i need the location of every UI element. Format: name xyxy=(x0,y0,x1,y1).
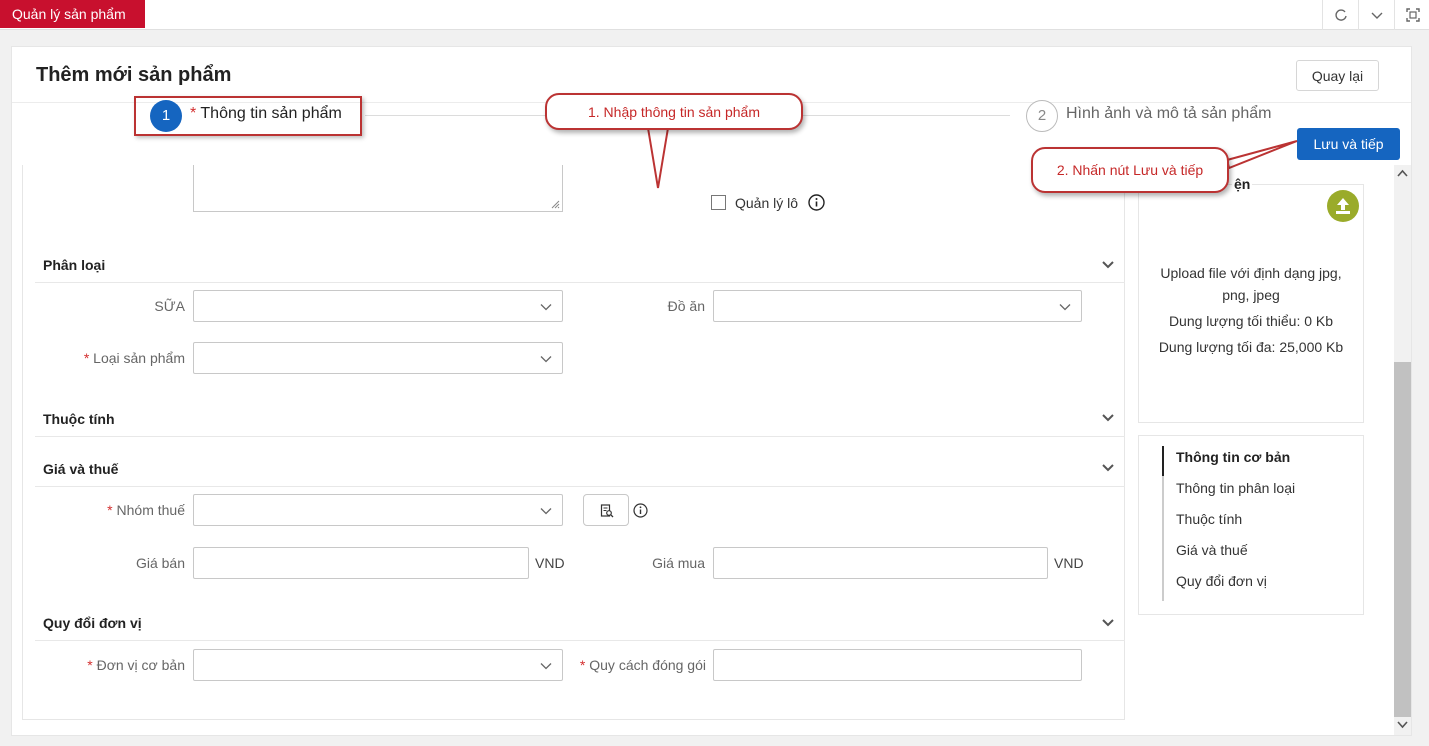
chevron-down-icon xyxy=(540,508,552,515)
info-icon[interactable] xyxy=(633,503,648,518)
base-unit-label: * Đơn vị cơ bản xyxy=(60,657,185,673)
section-divider xyxy=(35,486,1125,487)
app-tab-label: Quản lý sản phẩm xyxy=(12,6,126,22)
packing-input[interactable] xyxy=(713,649,1082,681)
upload-min-size: Dung lượng tối thiểu: 0 Kb xyxy=(1168,313,1334,329)
step2-number[interactable]: 2 xyxy=(1026,100,1058,132)
packing-text: Quy cách đóng gói xyxy=(589,657,706,673)
chevron-down-icon[interactable] xyxy=(1101,258,1115,272)
toc-item-basic-info[interactable]: Thông tin cơ bản xyxy=(1176,449,1290,465)
chevron-down-icon xyxy=(540,356,552,363)
chevron-down-icon xyxy=(540,304,552,311)
annotation-callout-1: 1. Nhập thông tin sản phẩm xyxy=(545,93,803,130)
required-mark: * xyxy=(87,657,93,673)
toc-active-indicator xyxy=(1162,446,1164,476)
packing-label: * Quy cách đóng gói xyxy=(565,657,706,673)
section-divider xyxy=(35,436,1125,437)
document-search-icon xyxy=(600,504,614,518)
tax-group-select[interactable] xyxy=(193,494,563,526)
step1-text: Thông tin sản phẩm xyxy=(200,105,342,122)
toc-item-price-tax[interactable]: Giá và thuế xyxy=(1176,542,1248,558)
required-mark: * xyxy=(83,350,90,366)
chevron-down-icon[interactable] xyxy=(1358,0,1394,30)
page-title: Thêm mới sản phẩm xyxy=(36,64,232,86)
sell-price-input[interactable] xyxy=(193,547,529,579)
callout-1-text: 1. Nhập thông tin sản phẩm xyxy=(587,103,760,120)
sell-price-label: Giá bán xyxy=(135,555,185,571)
product-type-label: * Loại sản phẩm xyxy=(60,350,185,366)
step1-number[interactable]: 1 xyxy=(150,100,182,132)
sell-price-currency: VND xyxy=(535,555,565,571)
description-textarea[interactable] xyxy=(193,165,563,212)
toc-item-classification[interactable]: Thông tin phân loại xyxy=(1176,480,1295,496)
section-attributes-title[interactable]: Thuộc tính xyxy=(43,411,115,427)
required-mark: * xyxy=(190,105,197,122)
buy-price-label: Giá mua xyxy=(652,555,705,571)
callout-2-text: 2. Nhấn nút Lưu và tiếp xyxy=(1056,162,1204,178)
section-classification-title[interactable]: Phân loại xyxy=(43,257,105,273)
upload-max-size: Dung lượng tối đa: 25,000 Kb xyxy=(1158,339,1344,355)
section-unit-conversion-title[interactable]: Quy đổi đơn vị xyxy=(43,615,142,631)
product-type-select[interactable] xyxy=(193,342,563,374)
sua-select[interactable] xyxy=(193,290,563,322)
upload-hint-line1: Upload file với định dạng jpg, xyxy=(1160,265,1342,281)
upload-hint-line2: png, jpeg xyxy=(1222,287,1280,303)
toc-item-attributes[interactable]: Thuộc tính xyxy=(1176,511,1242,527)
do-an-select[interactable] xyxy=(713,290,1082,322)
base-unit-select[interactable] xyxy=(193,649,563,681)
tax-lookup-button[interactable] xyxy=(583,494,629,526)
section-divider xyxy=(35,640,1125,641)
top-bar: Quản lý sản phẩm xyxy=(0,0,1429,30)
batch-management-checkbox[interactable] xyxy=(711,195,726,210)
chevron-down-icon[interactable] xyxy=(1101,461,1115,475)
refresh-icon[interactable] xyxy=(1322,0,1358,30)
batch-management-label: Quản lý lô xyxy=(735,195,799,211)
step2-label[interactable]: Hình ảnh và mô tả sản phẩm xyxy=(1066,105,1271,123)
chevron-down-icon[interactable] xyxy=(1101,411,1115,425)
upload-panel-title: ện xyxy=(1232,176,1253,192)
section-price-tax-title[interactable]: Giá và thuế xyxy=(43,461,118,477)
required-mark: * xyxy=(579,657,586,673)
section-divider xyxy=(35,282,1125,283)
buy-price-input[interactable] xyxy=(713,547,1048,579)
toc-item-unit-conversion[interactable]: Quy đổi đơn vị xyxy=(1176,573,1267,589)
product-type-text: Loại sản phẩm xyxy=(93,350,185,366)
base-unit-text: Đơn vị cơ bản xyxy=(96,657,185,673)
scroll-up-icon[interactable] xyxy=(1396,167,1409,180)
do-an-label: Đồ ăn xyxy=(667,298,705,314)
sua-label: SỮA xyxy=(154,298,185,314)
buy-price-currency: VND xyxy=(1054,555,1084,571)
chevron-down-icon xyxy=(1059,304,1071,311)
scrollbar-thumb[interactable] xyxy=(1394,362,1411,717)
tax-group-label: * Nhóm thuế xyxy=(60,502,185,518)
form-panel xyxy=(22,165,1125,720)
tax-group-text: Nhóm thuế xyxy=(116,502,185,518)
step1-label[interactable]: * Thông tin sản phẩm xyxy=(190,105,342,123)
scroll-down-icon[interactable] xyxy=(1396,718,1409,731)
maximize-icon[interactable] xyxy=(1394,0,1429,30)
required-mark: * xyxy=(107,502,113,518)
annotation-callout-2: 2. Nhấn nút Lưu và tiếp xyxy=(1031,147,1229,193)
chevron-down-icon[interactable] xyxy=(1101,616,1115,630)
save-and-next-button[interactable]: Lưu và tiếp xyxy=(1297,128,1400,160)
upload-icon[interactable] xyxy=(1327,190,1359,222)
info-icon[interactable] xyxy=(808,194,825,211)
resize-handle-icon[interactable] xyxy=(550,199,560,209)
app-tab[interactable]: Quản lý sản phẩm xyxy=(0,0,145,28)
back-button[interactable]: Quay lại xyxy=(1296,60,1379,91)
chevron-down-icon xyxy=(540,663,552,670)
